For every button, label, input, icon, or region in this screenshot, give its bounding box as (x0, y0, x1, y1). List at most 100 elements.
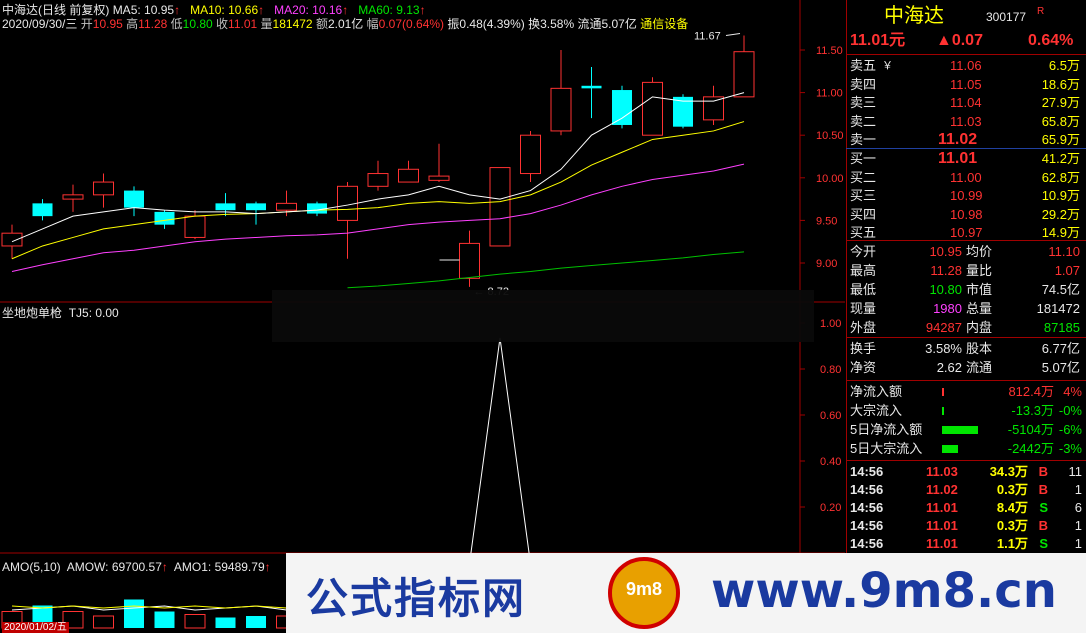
stat-label: 最高 (850, 263, 877, 278)
divider (846, 337, 1086, 338)
candle-body (703, 96, 724, 121)
vol-label: 量 (260, 17, 273, 31)
bid-row[interactable]: 买二 11.00 62.8万 (846, 169, 1086, 187)
candle-body (93, 181, 114, 196)
ask-price: 11.06 (950, 58, 982, 73)
price-axis-label: 11.00 (816, 88, 843, 100)
flow-row: 大宗流入 -13.3万 -0% (846, 402, 1086, 420)
chart-mode: (日线 前复权) (38, 3, 110, 17)
price-axis-label: 10.50 (816, 130, 844, 142)
stat-value: 181472 (1036, 301, 1080, 316)
stat-label: 股本 (966, 341, 993, 356)
ask-row[interactable]: 卖四 11.05 18.6万 (846, 76, 1086, 94)
ask-label: 卖三 (850, 95, 877, 110)
ask-row[interactable]: 卖一 11.02 65.9万 (846, 131, 1086, 149)
kline-chart-area[interactable]: 11.50 11.00 10.50 10.00 9.50 9.00 1.00 0.80 0.60… (0, 0, 845, 633)
stat-label: 流通 (966, 360, 993, 375)
ask-volume: 65.8万 (1041, 113, 1080, 129)
tick-row[interactable]: 14:56 11.02 0.3万 B 1 (846, 481, 1086, 499)
candle-body (612, 90, 632, 125)
amount-label: 额 (315, 17, 328, 31)
quote-title-row: 中海达 300177 R (846, 5, 1086, 27)
bid-volume: 62.8万 (1041, 169, 1080, 185)
stat-value: 94287 (925, 320, 962, 335)
stat-label: 总量 (966, 301, 993, 316)
volume-bar (154, 611, 175, 628)
tick-volume: 34.3万 (989, 464, 1028, 479)
amount-value: 2.01亿 (327, 17, 364, 31)
tick-row[interactable]: 14:56 11.03 34.3万 B 11 (846, 463, 1086, 481)
ma60-line (347, 251, 745, 289)
stat-row: 最低 10.80 市值 74.5亿 (846, 281, 1086, 299)
tick-row[interactable]: 14:56 11.01 0.3万 B 1 (846, 517, 1086, 535)
ask-row[interactable]: 卖五 ￥ 11.06 6.5万 (846, 57, 1086, 75)
tick-count: 1 (1074, 518, 1082, 533)
stat-value: 1.07 (1054, 263, 1080, 278)
tick-row[interactable]: 14:56 11.01 8.4万 S 6 (846, 499, 1086, 517)
ask-label: 卖一 (850, 132, 877, 147)
stat-label: 市值 (966, 282, 993, 297)
high-price-marker: 11.67 (694, 31, 721, 43)
bid-row[interactable]: 买一 11.01 41.2万 (846, 150, 1086, 168)
bid-label: 买三 (850, 188, 877, 203)
stat-value: 6.77亿 (1041, 341, 1080, 356)
tick-volume: 1.1万 (996, 536, 1028, 551)
stat-value: 74.5亿 (1041, 282, 1080, 297)
ma-legend: 中海达(日线 前复权) MA5: 10.95↑ MA10: 10.66↑ MA2… (2, 3, 426, 17)
bid-label: 买一 (850, 151, 877, 166)
tick-time: 14:56 (850, 518, 884, 533)
ask-label: 卖二 (850, 113, 877, 129)
ma5-label: MA5: 10.95 (112, 3, 175, 17)
tick-count: 1 (1074, 482, 1082, 497)
stat-label: 均价 (966, 244, 993, 259)
candle-body (62, 194, 84, 200)
ask-volume: 65.9万 (1041, 132, 1080, 147)
flow-pct: 4% (1063, 384, 1082, 399)
divider (846, 54, 1086, 55)
tick-price: 11.01 (926, 536, 958, 551)
sector-label[interactable]: 通信设备 (640, 17, 688, 31)
vol-value: 181472 (272, 17, 313, 31)
tick-volume: 0.3万 (996, 482, 1028, 497)
bid-row[interactable]: 买三 10.99 10.9万 (846, 187, 1086, 205)
bid-price: 10.99 (950, 188, 983, 203)
tick-count: 1 (1074, 536, 1082, 551)
stat-row: 最高 11.28 量比 1.07 (846, 262, 1086, 280)
stat-value: 2.62 (936, 360, 962, 375)
ask-price: 11.04 (950, 95, 982, 110)
candle-body (307, 203, 327, 214)
flow-label: 5日大宗流入 (850, 441, 923, 456)
ma10-arrow: ↑ (258, 3, 265, 17)
ask-row[interactable]: 卖三 11.04 27.9万 (846, 94, 1086, 112)
low-label: 低 (170, 17, 183, 31)
candle-body (215, 203, 236, 211)
bid-label: 买四 (850, 206, 877, 222)
indicator-name[interactable]: 坐地炮单枪 (2, 306, 62, 320)
candle-body (1, 232, 23, 247)
stat-value: 11.10 (1048, 244, 1080, 259)
volume-bar (184, 614, 206, 629)
candle-body (550, 87, 572, 132)
ask-row[interactable]: 卖二 11.03 65.8万 (846, 113, 1086, 131)
close-value: 11.01 (228, 17, 258, 31)
ma20-label: MA20: 10.16 (274, 3, 343, 17)
candle-body (398, 168, 419, 183)
ma5-arrow: ↑ (174, 3, 181, 17)
amplitude-value: 振0.48(4.39%) (447, 17, 525, 31)
flow-pct: -6% (1058, 422, 1082, 437)
volume-bar (124, 599, 144, 628)
volume-indicator-name[interactable]: AMO(5,10) (2, 560, 61, 574)
candle-body (184, 215, 206, 238)
volume-bar (215, 617, 236, 628)
candle-body (124, 190, 144, 208)
candle-body (428, 175, 450, 181)
bid-row[interactable]: 买四 10.98 29.2万 (846, 206, 1086, 224)
tick-row[interactable]: 14:56 11.01 1.1万 S 1 (846, 535, 1086, 553)
open-label: 开 (80, 17, 93, 31)
amow-value: AMOW: 69700.57 (66, 560, 162, 574)
indicator-axis-label: 0.20 (820, 502, 841, 514)
flow-bar (942, 388, 944, 396)
indicator-axis-label: 1.00 (820, 318, 841, 330)
stat-value: 1980 (933, 301, 962, 316)
quote-change: ▲0.07 (936, 32, 983, 49)
